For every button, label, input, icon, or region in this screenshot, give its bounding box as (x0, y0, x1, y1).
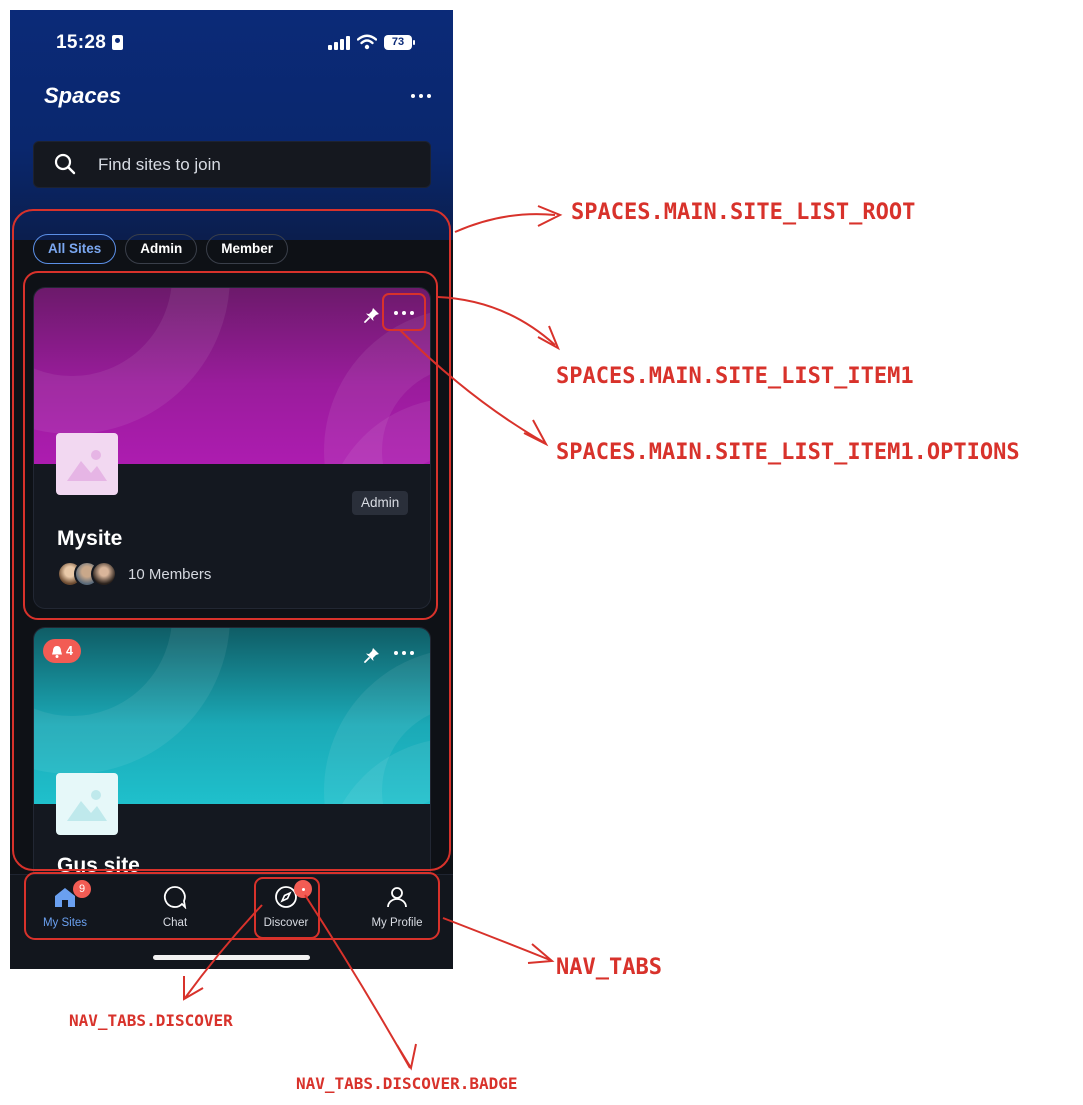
annotation-box-discover (254, 877, 320, 939)
annotation-label-nav-tabs-discover-badge: NAV_TABS.DISCOVER.BADGE (296, 1074, 518, 1093)
annotation-label-site-list-item1-options: SPACES.MAIN.SITE_LIST_ITEM1.OPTIONS (556, 440, 1020, 465)
annotation-box-site-options (382, 293, 426, 331)
annotation-arrow-nav-tabs (442, 917, 555, 964)
annotation-label-site-list-root: SPACES.MAIN.SITE_LIST_ROOT (571, 200, 916, 225)
annotation-box-site-list-root (12, 209, 451, 871)
annotation-label-nav-tabs-discover: NAV_TABS.DISCOVER (69, 1011, 233, 1030)
annotation-box-nav-tabs (24, 872, 440, 940)
annotation-arrow-discover (183, 904, 263, 1001)
annotation-overlay (12, 205, 563, 1071)
annotation-label-site-list-item1: SPACES.MAIN.SITE_LIST_ITEM1 (556, 364, 914, 389)
annotation-label-nav-tabs: NAV_TABS (556, 955, 662, 980)
annotation-arrow-discover-badge (304, 894, 417, 1071)
annotation-arrow-options (399, 329, 549, 447)
annotation-arrow-item1 (437, 296, 560, 351)
annotation-arrow-root (454, 205, 563, 233)
annotation-box-site-list-item1 (23, 271, 438, 620)
